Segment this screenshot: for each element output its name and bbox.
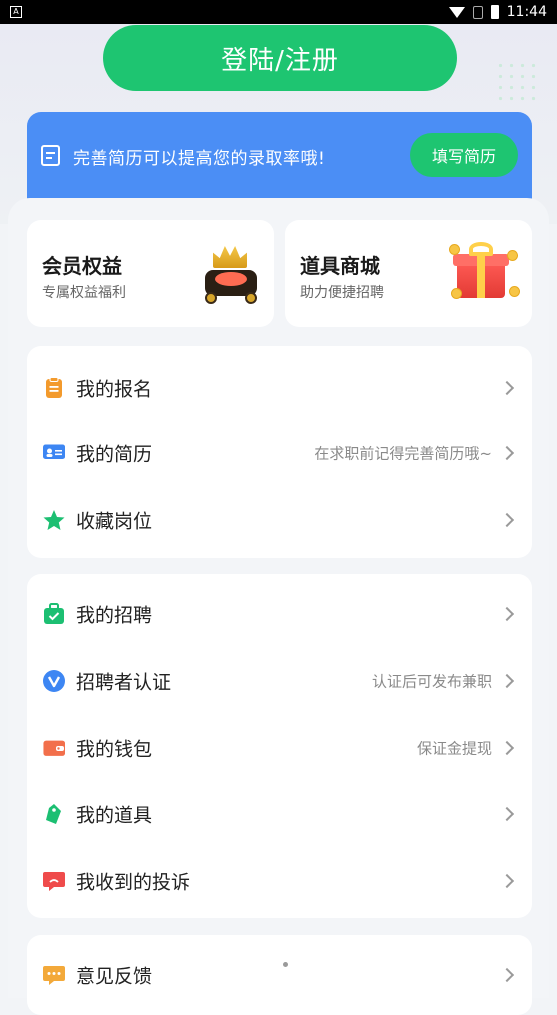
menu-group-recruiter: 我的招聘 招聘者认证 认证后可发布兼职 我的钱包 保证金提现 我的道具 我收到的… (27, 574, 532, 918)
vip-benefits-card[interactable]: 会员权益 专属权益福利 (27, 220, 274, 327)
status-bar: A 11:44 (0, 0, 557, 24)
star-icon (43, 509, 65, 530)
promo-title: 道具商城 (300, 254, 380, 278)
menu-item-hint: 在求职前记得完善简历哦~ (314, 444, 492, 462)
promo-title: 会员权益 (42, 254, 122, 278)
menu-item-feedback[interactable]: 意见反馈 (27, 941, 532, 1008)
menu-group-jobseeker: 我的报名 我的简历 在求职前记得完善简历哦~ 收藏岗位 (27, 346, 532, 558)
document-icon (41, 145, 60, 166)
menu-item-my-applications[interactable]: 我的报名 (27, 354, 532, 421)
chevron-right-icon (499, 606, 515, 621)
wallet-icon (43, 740, 65, 756)
menu-item-my-recruitment[interactable]: 我的招聘 (27, 580, 532, 647)
menu-item-complaints[interactable]: 我收到的投诉 (27, 847, 532, 914)
resume-banner-text: 完善简历可以提高您的录取率哦! (73, 149, 326, 169)
menu-item-label: 收藏岗位 (76, 510, 153, 532)
complaint-icon (43, 871, 65, 891)
chevron-right-icon (499, 380, 515, 395)
fill-resume-button[interactable]: 填写简历 (410, 133, 518, 177)
menu-item-hint: 认证后可发布兼职 (371, 672, 492, 690)
scroll-indicator (283, 962, 288, 967)
promo-subtitle: 助力便捷招聘 (300, 285, 384, 301)
chevron-right-icon (499, 673, 515, 688)
item-store-card[interactable]: 道具商城 助力便捷招聘 (285, 220, 532, 327)
id-card-icon (43, 444, 65, 459)
menu-item-label: 我的道具 (76, 804, 153, 826)
no-sim-icon (472, 5, 483, 19)
wifi-icon (448, 6, 465, 18)
app-notification-icon: A (10, 6, 22, 18)
tag-icon (46, 803, 61, 824)
menu-item-label: 我的招聘 (76, 604, 153, 626)
menu-item-label: 我的简历 (76, 443, 153, 465)
menu-item-label: 我收到的投诉 (76, 871, 191, 893)
chevron-right-icon (499, 740, 515, 755)
menu-group-other: 意见反馈 (27, 935, 532, 1015)
menu-item-hint: 保证金提现 (416, 739, 492, 757)
battery-icon (490, 5, 499, 19)
chevron-right-icon (499, 873, 515, 888)
menu-item-label: 我的钱包 (76, 738, 153, 760)
gift-icon (449, 242, 520, 304)
menu-item-label: 招聘者认证 (76, 671, 172, 693)
chevron-right-icon (499, 445, 515, 460)
briefcase-icon (44, 602, 64, 624)
menu-item-my-wallet[interactable]: 我的钱包 保证金提现 (27, 714, 532, 781)
menu-item-label: 我的报名 (76, 378, 153, 400)
chevron-right-icon (499, 512, 515, 527)
resume-banner: 完善简历可以提高您的录取率哦! 填写简历 (27, 112, 532, 212)
clipboard-icon (46, 376, 62, 398)
decorative-dots (495, 60, 539, 104)
promo-subtitle: 专属权益福利 (42, 285, 126, 301)
menu-item-recruiter-verification[interactable]: 招聘者认证 认证后可发布兼职 (27, 647, 532, 714)
menu-item-label: 意见反馈 (76, 965, 153, 987)
chevron-right-icon (499, 806, 515, 821)
menu-item-my-items[interactable]: 我的道具 (27, 780, 532, 847)
crown-icon (203, 242, 259, 304)
menu-item-saved-jobs[interactable]: 收藏岗位 (27, 486, 532, 553)
feedback-icon (43, 965, 65, 985)
chevron-right-icon (499, 967, 515, 982)
login-register-button[interactable]: 登陆/注册 (103, 25, 457, 91)
verified-icon (43, 669, 65, 692)
status-time: 11:44 (506, 4, 547, 20)
menu-item-my-resume[interactable]: 我的简历 在求职前记得完善简历哦~ (27, 419, 532, 486)
